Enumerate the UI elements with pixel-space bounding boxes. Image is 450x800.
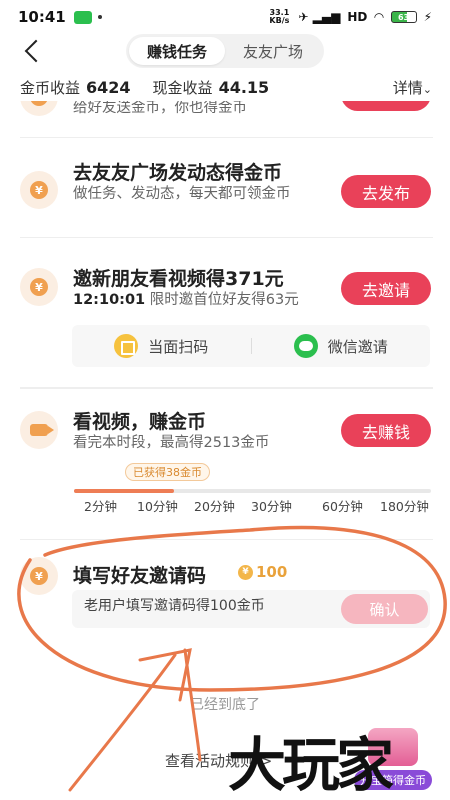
task-subtitle: 给好友送金币，你也得金币	[73, 100, 247, 116]
task-card-post: ¥ 去友友广场发动态得金币 做任务、发动态，每天都可领金币 去发布	[20, 138, 433, 238]
progress-fill	[74, 489, 174, 493]
cash-earnings-label: 现金收益	[152, 78, 213, 97]
task-subtitle: 做任务、发动态，每天都可领金币	[73, 186, 291, 202]
tick-label: 2分钟	[84, 499, 117, 514]
back-arrow-icon[interactable]	[22, 40, 44, 62]
yen-coin-icon: ¥	[20, 171, 58, 209]
chevron-down-icon: ⌄	[422, 82, 432, 96]
invite-code-input[interactable]	[84, 598, 334, 614]
qr-code-icon	[114, 334, 139, 358]
details-link[interactable]: 详情⌄	[393, 77, 432, 98]
video-camera-icon	[20, 411, 58, 449]
network-speed: 33.1 KB/s	[269, 8, 290, 25]
coin-earnings-label: 金币收益	[20, 78, 81, 97]
watch-video-button[interactable]: 去赚钱	[341, 414, 431, 447]
task-subtitle: 看完本时段，最高得2513金币	[73, 435, 270, 451]
yen-coin-icon: ¥	[20, 557, 58, 595]
tick-label: 10分钟	[137, 499, 178, 514]
reward-badge: ¥ 100	[238, 563, 287, 581]
yen-coin-icon: ¥	[20, 268, 58, 306]
signal-icon: ✈︎ ▂▄▆	[298, 10, 341, 24]
details-label: 详情	[392, 78, 423, 97]
wechat-notification-icon	[73, 10, 92, 24]
watermark: 大玩家	[228, 731, 394, 799]
invite-limited-text: 限时邀首位好友得63元	[149, 292, 299, 308]
task-title: 邀新朋友看视频得371元	[73, 268, 284, 290]
task-title: 去友友广场发动态得金币	[73, 162, 283, 184]
wifi-icon: ◠	[374, 10, 384, 24]
video-progress-bar	[74, 489, 431, 493]
invite-button[interactable]: 去邀请	[341, 272, 431, 305]
reward-value: 100	[256, 563, 288, 581]
status-right: 33.1 KB/s ✈︎ ▂▄▆ HD ◠ 63 ⚡	[267, 9, 432, 25]
invite-share-row: 当面扫码 微信邀请	[72, 325, 430, 367]
invite-code-box: 确认	[72, 590, 430, 628]
tick-label: 30分钟	[251, 499, 292, 514]
hd-indicator: HD	[347, 10, 368, 24]
countdown-timer: 12:10:01	[73, 292, 146, 308]
battery-level: 63	[397, 12, 410, 22]
status-bar: 10:41 33.1 KB/s ✈︎ ▂▄▆ HD ◠ 63 ⚡	[0, 0, 450, 34]
post-button[interactable]: 去发布	[341, 175, 431, 208]
tab-earn-tasks[interactable]: 赚钱任务	[129, 37, 225, 65]
wechat-invite-button[interactable]: 微信邀请	[252, 334, 431, 358]
wechat-invite-label: 微信邀请	[327, 337, 388, 356]
tab-friend-square[interactable]: 友友广场	[225, 37, 321, 65]
task-title: 填写好友邀请码	[73, 565, 207, 587]
cash-earnings-value: 44.15	[218, 77, 270, 97]
task-title: 看视频，赚金币	[73, 411, 207, 433]
charging-icon: ⚡	[423, 10, 432, 24]
notification-dot-icon	[97, 15, 102, 19]
tick-label: 20分钟	[194, 499, 235, 514]
task-card-watch-video: 看视频，赚金币 看完本时段，最高得2513金币 去赚钱	[20, 388, 433, 540]
nav-bar: 赚钱任务 友友广场	[0, 34, 450, 70]
end-of-list-note: 已经到底了	[190, 697, 260, 713]
earned-badge: 已获得38金币	[125, 463, 210, 481]
scan-qr-button[interactable]: 当面扫码	[72, 334, 251, 358]
tick-label: 60分钟	[322, 499, 363, 514]
scan-qr-label: 当面扫码	[148, 337, 209, 356]
tab-switcher: 赚钱任务 友友广场	[126, 34, 324, 68]
wechat-icon	[293, 334, 318, 358]
status-time: 10:41	[18, 8, 66, 26]
confirm-button[interactable]: 确认	[341, 594, 428, 624]
earnings-header: 金币收益 6424 现金收益 44.15 详情⌄	[0, 73, 450, 101]
task-subtitle: 12:10:01 限时邀首位好友得63元	[73, 290, 299, 311]
coin-earnings-value: 6424	[86, 77, 131, 97]
battery-icon: 63	[390, 11, 417, 23]
tick-label: 180分钟	[380, 499, 429, 514]
task-card-send-coins: ¥ 给好友送金币，你也得金币	[20, 78, 433, 138]
coin-icon: ¥	[238, 564, 253, 580]
